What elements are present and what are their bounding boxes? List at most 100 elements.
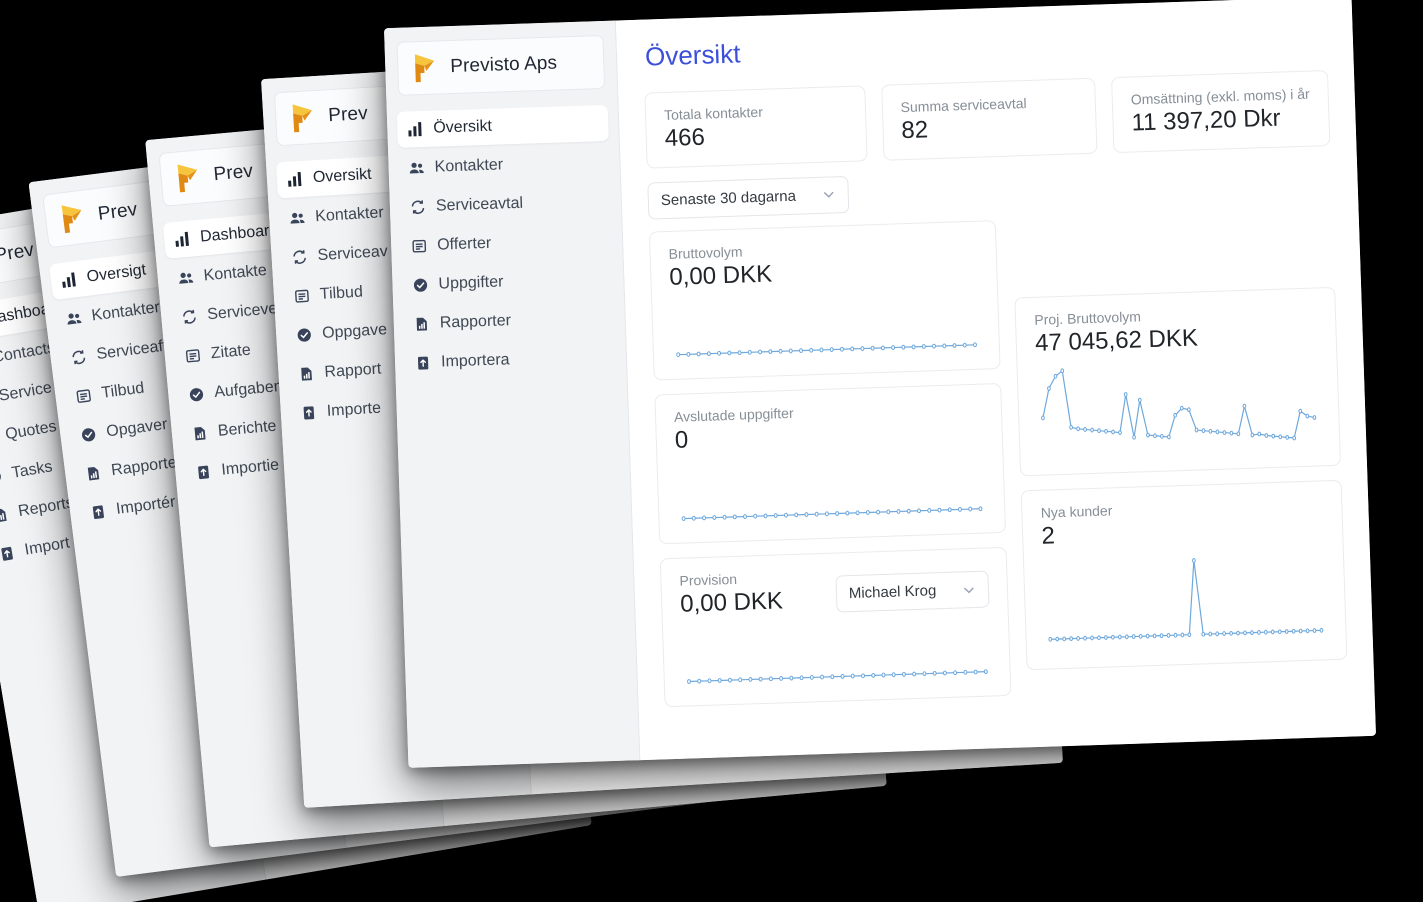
sidebar-item-label: Importie <box>220 456 280 479</box>
proj-gross-volume-sparkline <box>1036 348 1322 461</box>
chart-card-new-customers: Nya kunder 2 <box>1021 479 1348 671</box>
check-circle-icon <box>80 426 98 444</box>
import-icon <box>0 545 16 563</box>
chart-card-gross-volume: Bruttovolym 0,00 DKK <box>648 219 1002 381</box>
period-select[interactable]: Senaste 30 dagarna <box>647 175 850 220</box>
sidebar-item-label: Rapport <box>324 360 382 381</box>
import-icon <box>415 355 432 372</box>
check-circle-icon <box>296 327 313 344</box>
sidebar-item-rapporter[interactable]: Rapporter <box>403 300 615 343</box>
previsto-logo-icon <box>290 102 318 133</box>
sidebar-item-label: Kontakter <box>90 298 161 325</box>
stat-card-total-contacts: Totala kontakter 466 <box>644 85 868 169</box>
previsto-logo-icon <box>59 202 89 235</box>
check-circle-icon <box>412 277 429 294</box>
stat-value: 82 <box>900 116 929 145</box>
sidebar-item-importera[interactable]: Importera <box>405 339 617 382</box>
dashboard-card-swedish[interactable]: Previsto Aps Översikt Kontakter Servicea… <box>383 0 1377 768</box>
sidebar-item-oversikt[interactable]: Översikt <box>396 104 609 148</box>
bar-chart-icon <box>60 271 78 289</box>
sidebar-item-label: Serviceve <box>206 300 279 324</box>
charts-column-left: Bruttovolym 0,00 DKK Avslutade uppgifter… <box>648 219 1012 708</box>
sidebar-swedish: Previsto Aps Översikt Kontakter Servicea… <box>383 20 641 768</box>
commission-sparkline <box>681 608 993 692</box>
people-icon <box>408 160 425 177</box>
stat-card-service-agreements: Summa serviceavtal 82 <box>880 77 1098 161</box>
page-title: Översikt <box>644 38 741 72</box>
stat-card-revenue-ytd: Omsättning (exkl. moms) i år 11 397,20 D… <box>1111 69 1331 153</box>
sidebar-item-label: Oversikt <box>312 165 373 187</box>
cycle-icon <box>291 249 308 266</box>
previsto-logo-icon <box>412 52 439 83</box>
chevron-down-icon <box>822 187 836 201</box>
top-stats-row: Totala kontakter 466 Summa serviceavtal … <box>644 69 1331 169</box>
sidebar-item-label: Tasks <box>10 458 54 482</box>
bar-chart-icon <box>287 171 304 188</box>
user-select[interactable]: Michael Krog <box>835 570 990 613</box>
stat-value: 466 <box>664 123 706 152</box>
check-circle-icon <box>188 386 205 403</box>
content-area-swedish: Översikt Totala kontakter 466 Summa serv… <box>615 0 1377 761</box>
report-icon <box>298 366 315 383</box>
sidebar-item-label: Berichte <box>217 417 278 440</box>
import-icon <box>195 464 212 481</box>
document-icon <box>184 347 201 364</box>
sidebar-item-label: Rapporter <box>439 312 512 332</box>
commission-values: Provision 0,00 DKK <box>679 569 783 618</box>
sidebar-item-label: Import <box>23 534 71 559</box>
stat-value: 11 397,20 Dkr <box>1131 104 1281 137</box>
user-select-value: Michael Krog <box>848 582 937 603</box>
brand-swedish[interactable]: Previsto Aps <box>396 34 606 96</box>
card-stack-stage: Prev Dashboard Contacts Service Ag Quote… <box>0 0 1423 902</box>
sidebar-item-label: Oppgave <box>321 321 388 342</box>
sidebar-item-label: Serviceavtal <box>435 194 524 215</box>
bar-chart-icon <box>407 121 424 138</box>
period-select-value: Senaste 30 dagarna <box>660 187 797 209</box>
sidebar-item-label: Quotes <box>4 418 58 444</box>
people-icon <box>289 210 306 227</box>
previsto-logo-icon <box>174 161 203 193</box>
period-select-wrap: Senaste 30 dagarna <box>647 160 1332 220</box>
sidebar-item-label: Oversigt <box>85 261 148 286</box>
sidebar-item-label: Tilbud <box>319 283 364 304</box>
new-customers-sparkline <box>1042 541 1328 654</box>
sidebar-item-label: Importera <box>440 351 510 371</box>
import-icon <box>89 503 107 521</box>
sidebar-item-label: Zitate <box>210 341 252 363</box>
sidebar-item-uppgifter[interactable]: Uppgifter <box>402 261 614 304</box>
sidebar-item-label: Opgaver <box>105 415 169 441</box>
sidebar-item-label: Kontakter <box>434 156 504 176</box>
sidebar-item-label: Kontakte <box>202 261 268 285</box>
cycle-icon <box>410 199 427 216</box>
cycle-icon <box>181 308 198 325</box>
chart-card-completed-tasks: Avslutade uppgifter 0 <box>654 383 1007 545</box>
chart-card-commission: Provision 0,00 DKK Michael Krog <box>659 546 1012 708</box>
sidebar-item-offerter[interactable]: Offerter <box>401 222 613 265</box>
chevron-down-icon <box>962 583 976 597</box>
sidebar-item-label: Kontakter <box>314 204 385 226</box>
import-icon <box>300 404 317 421</box>
check-circle-icon <box>0 468 3 486</box>
sidebar-item-label: Serviceaft <box>95 337 169 364</box>
cycle-icon <box>70 348 88 366</box>
sidebar-item-label: Tilbud <box>100 379 146 402</box>
gross-volume-sparkline <box>670 281 982 365</box>
chart-card-proj-gross-volume: Proj. Bruttovolym 47 045,62 DKK <box>1014 286 1342 477</box>
document-icon <box>75 387 93 405</box>
sidebar-item-label: Rapporte <box>110 454 178 480</box>
charts-column-right: Proj. Bruttovolym 47 045,62 DKK Nya kund… <box>1014 286 1349 695</box>
sidebar-item-serviceavtal[interactable]: Serviceavtal <box>399 183 611 226</box>
sidebar-item-kontakter[interactable]: Kontakter <box>398 144 610 187</box>
sidebar-item-label: Uppgifter <box>438 273 504 293</box>
brand-name-norwegian: Prev <box>327 102 369 127</box>
charts-columns: Bruttovolym 0,00 DKK Avslutade uppgifter… <box>648 208 1349 708</box>
bar-chart-icon <box>174 231 191 248</box>
sidebar-item-label: Reports <box>16 494 76 521</box>
sidebar-item-label: Importe <box>326 399 382 420</box>
brand-name-swedish: Previsto Aps <box>449 52 558 78</box>
stat-value: 0,00 DKK <box>679 587 784 618</box>
people-icon <box>65 310 83 328</box>
sidebar-item-label: Översikt <box>433 117 493 137</box>
brand-name-english: Prev <box>0 239 36 267</box>
nav-list-swedish: Översikt Kontakter Serviceavtal Offerter… <box>387 104 627 386</box>
